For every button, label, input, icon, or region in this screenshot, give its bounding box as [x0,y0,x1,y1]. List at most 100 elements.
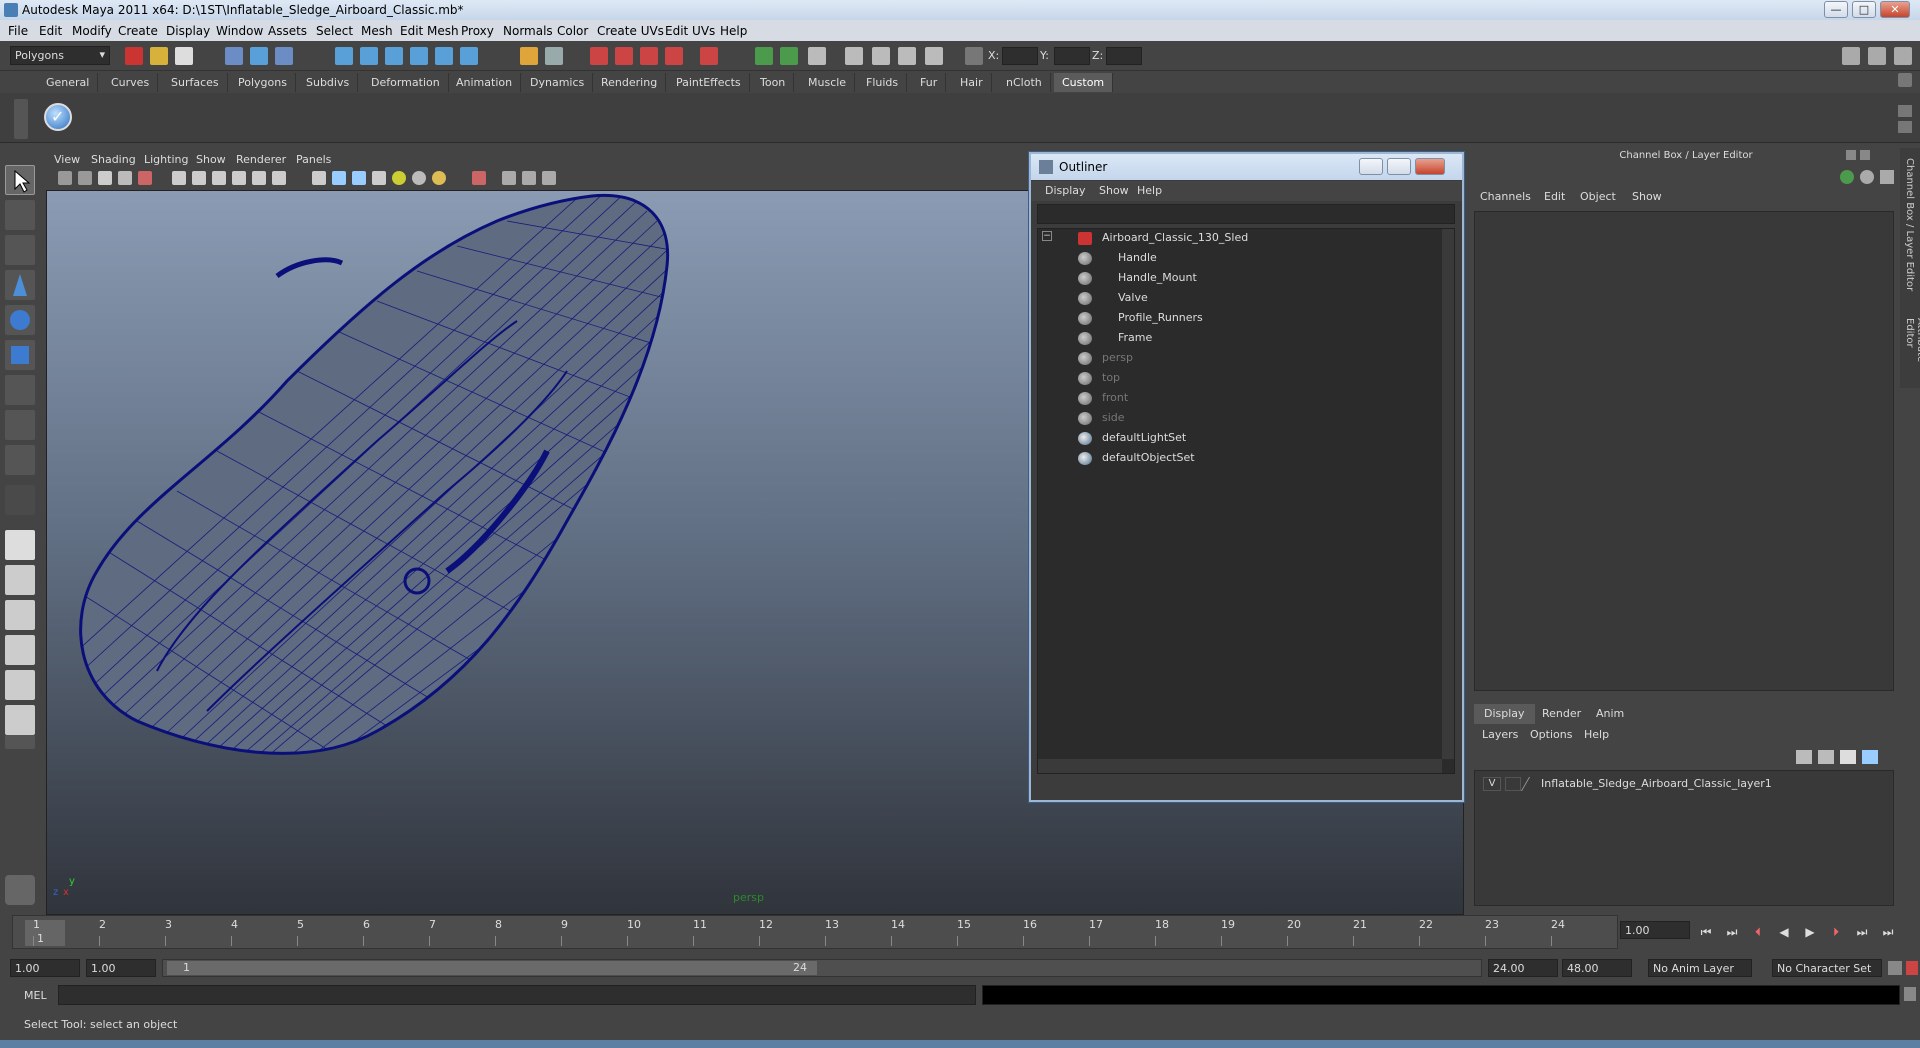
start-time-field[interactable]: 1.00 [10,959,80,977]
rotate-tool-icon[interactable] [5,305,35,335]
select-hierarchy-icon[interactable] [225,47,243,65]
move-layer-up-icon[interactable] [1796,750,1812,764]
checkmark-icon[interactable]: ✓ [44,103,72,131]
shelf-options-icon[interactable] [14,99,28,139]
layer-tab-display[interactable]: Display [1474,704,1535,724]
close-panel-icon[interactable] [1860,150,1870,160]
shelf-tab-fur[interactable]: Fur [912,73,947,92]
snap-plane-icon[interactable] [410,47,428,65]
image-plane-icon[interactable] [118,171,132,185]
outliner-item[interactable]: top [1078,371,1120,389]
mute-icon[interactable] [1880,170,1894,184]
auto-key-icon[interactable] [1888,961,1902,975]
backface-icon[interactable] [502,171,516,185]
shelf-tab-muscle[interactable]: Muscle [800,73,856,92]
graph-layout-icon[interactable] [5,635,35,665]
key-icon[interactable] [1840,170,1854,184]
playback-start-field[interactable]: 1.00 [86,959,156,977]
float-panel-icon[interactable] [1846,150,1856,160]
vp-menu-view[interactable]: View [54,153,80,166]
shelf-tab-rendering[interactable]: Rendering [593,73,667,92]
construction-history-icon[interactable] [545,47,563,65]
outliner-menu-show[interactable]: Show [1099,184,1129,197]
shelf-scroll-up-icon[interactable] [1898,105,1912,117]
shelf-tab-ncloth[interactable]: nCloth [998,73,1051,92]
layer-tab-anim[interactable]: Anim [1586,704,1634,724]
persp-graph-layout-icon[interactable] [5,705,35,735]
current-frame-marker[interactable]: 1 [25,920,65,946]
menu-edit[interactable]: Edit [39,24,62,38]
step-forward-frame-icon[interactable]: ⏵ [1828,925,1844,939]
outliner-item[interactable]: defaultObjectSet [1078,451,1195,469]
outliner-item[interactable]: front [1078,391,1128,409]
scene-icon[interactable] [845,47,863,65]
paint-select-tool-icon[interactable] [5,235,35,265]
shelf-tab-hair[interactable]: Hair [952,73,992,92]
character-set-dropdown[interactable]: No Character Set [1772,959,1882,977]
lasso-tool-icon[interactable] [5,200,35,230]
shelf-tab-deformation[interactable]: Deformation [363,73,449,92]
vp-menu-lighting[interactable]: Lighting [144,153,188,166]
new-scene-icon[interactable] [125,47,143,65]
xray-icon[interactable] [472,171,486,185]
menu-normals[interactable]: Normals [503,24,553,38]
layer-menu-help[interactable]: Help [1584,728,1609,741]
outliner-item[interactable]: Valve [1078,291,1148,309]
outliner-item[interactable]: persp [1078,351,1133,369]
shadows-icon[interactable] [432,171,446,185]
play-forward-icon[interactable]: ▶ [1802,925,1818,939]
menu-assets[interactable]: Assets [268,24,307,38]
ipr-render-icon[interactable] [615,47,633,65]
new-layer-selected-icon[interactable] [1862,750,1878,764]
lock-channel-icon[interactable] [1860,170,1874,184]
shelf-tab-dynamics[interactable]: Dynamics [522,73,594,92]
end-time-field[interactable]: 48.00 [1562,959,1632,977]
shelf-tab-toon[interactable]: Toon [752,73,795,92]
default-light-icon[interactable] [392,171,406,185]
maximize-button[interactable]: □ [1852,1,1876,18]
script-icon[interactable] [5,875,35,905]
step-forward-key-icon[interactable]: ⏭ [1854,925,1870,939]
last-tool-icon[interactable] [5,485,35,515]
render-settings-icon[interactable] [640,47,658,65]
render-globals-icon[interactable] [898,47,916,65]
layer-visibility-toggle[interactable]: V [1483,777,1501,791]
side-tab-attribute-editor[interactable]: Attribute Editor [1904,318,1920,388]
layer-menu-options[interactable]: Options [1530,728,1572,741]
vp-menu-panels[interactable]: Panels [296,153,331,166]
command-input[interactable] [58,985,976,1005]
x-input[interactable] [1002,47,1038,65]
snap-curve-icon[interactable] [360,47,378,65]
menu-file[interactable]: File [8,24,28,38]
menu-select[interactable]: Select [316,24,353,38]
outliner-item[interactable]: defaultLightSet [1078,431,1186,449]
wireframe-icon[interactable] [312,171,326,185]
close-button[interactable]: ✕ [1880,1,1910,18]
safe-action-icon[interactable] [272,171,286,185]
gate-mask-icon[interactable] [232,171,246,185]
shelf-tab-custom[interactable]: Custom [1054,73,1114,92]
resolution-gate-icon[interactable] [212,171,226,185]
shelf-scroll-down-icon[interactable] [1898,121,1912,133]
menu-set-dropdown[interactable]: Polygons ▾ [10,46,110,65]
select-object-icon[interactable] [250,47,268,65]
animation-prefs-icon[interactable] [1906,961,1918,975]
side-tab-channel-box[interactable]: Channel Box / Layer Editor [1904,158,1915,291]
outliner-titlebar[interactable]: Outliner [1031,154,1462,180]
field-chart-icon[interactable] [252,171,266,185]
z-input[interactable] [1106,47,1142,65]
soft-mod-tool-icon[interactable] [5,410,35,440]
channel-box-icon[interactable] [808,47,826,65]
layer-type-toggle[interactable] [1505,777,1521,791]
outliner-filter-field[interactable] [1037,204,1455,224]
shelf-tab-painteffects[interactable]: PaintEffects [668,73,750,92]
joint-xray-icon[interactable] [542,171,556,185]
outliner-maximize-button[interactable] [1387,158,1411,175]
shader-icon[interactable] [872,47,890,65]
history-icon[interactable] [460,47,478,65]
menu-edit-mesh[interactable]: Edit Mesh [400,24,459,38]
shelf-menu-icon[interactable] [1898,73,1912,87]
shelf-tab-polygons[interactable]: Polygons [230,73,296,92]
go-to-start-icon[interactable]: ⏮ [1698,925,1714,939]
range-track[interactable]: 1 24 [162,959,1482,977]
